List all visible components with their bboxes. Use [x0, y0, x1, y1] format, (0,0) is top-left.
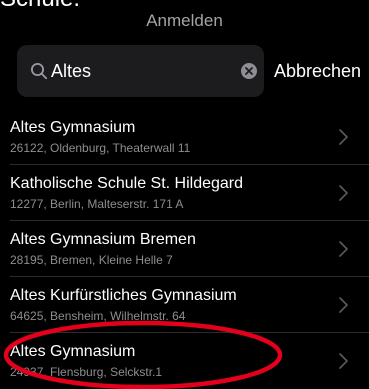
search-icon — [31, 63, 48, 80]
school-name: Altes Gymnasium Bremen — [10, 231, 196, 248]
list-item[interactable]: Altes Kurfürstliches Gymnasium 64625, Be… — [0, 277, 369, 333]
page-title: Anmelden — [146, 11, 223, 30]
school-name: Altes Gymnasium — [10, 343, 136, 360]
clear-icon[interactable] — [241, 63, 257, 79]
school-name: Altes Gymnasium — [10, 119, 136, 136]
chevron-right-icon — [339, 241, 348, 257]
search-bar: Altes Abbrechen — [0, 45, 369, 97]
school-name: Altes Kurfürstliches Gymnasium — [10, 287, 237, 304]
school-address: 26122, Oldenburg, Theaterwall 11 — [10, 141, 191, 155]
school-address: 28195, Bremen, Kleine Helle 7 — [10, 253, 173, 267]
clear-x-glyph — [245, 67, 253, 75]
school-address: 64625, Bensheim, Wilhelmstr. 64 — [10, 309, 186, 323]
chevron-right-icon — [339, 129, 348, 145]
chevron-right-icon — [339, 297, 348, 313]
search-results-list: Altes Gymnasium 26122, Oldenburg, Theate… — [0, 109, 369, 389]
school-address: 12277, Berlin, Malteserstr. 171 A — [10, 197, 184, 211]
search-field[interactable]: Altes — [17, 45, 264, 97]
chevron-right-icon — [339, 353, 348, 369]
list-item[interactable]: Altes Gymnasium 24937, Flensburg, Selcks… — [0, 333, 369, 389]
search-input[interactable]: Altes — [51, 45, 91, 97]
cancel-button[interactable]: Abbrechen — [274, 45, 361, 97]
list-item[interactable]: Katholische Schule St. Hildegard 12277, … — [0, 165, 369, 221]
list-item[interactable]: Altes Gymnasium Bremen 28195, Bremen, Kl… — [0, 221, 369, 277]
school-address: 24937, Flensburg, Selckstr.1 — [10, 365, 163, 379]
school-name: Katholische Schule St. Hildegard — [10, 175, 244, 192]
chevron-right-icon — [339, 185, 348, 201]
list-item[interactable]: Altes Gymnasium 26122, Oldenburg, Theate… — [0, 109, 369, 165]
